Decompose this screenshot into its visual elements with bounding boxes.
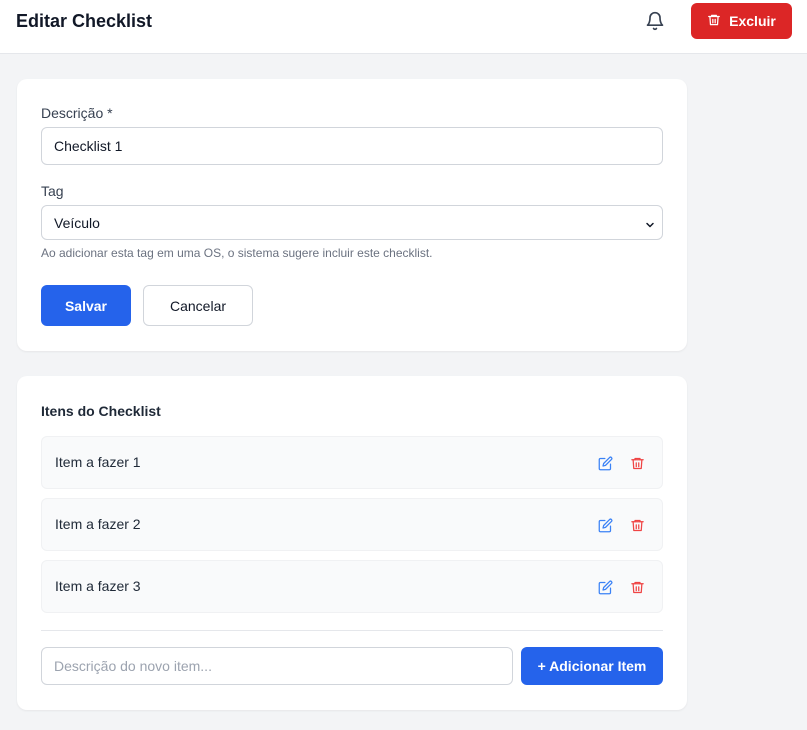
cancel-button[interactable]: Cancelar xyxy=(143,285,253,326)
trash-icon[interactable] xyxy=(628,516,646,534)
bell-icon[interactable] xyxy=(643,9,667,33)
item-label: Item a fazer 3 xyxy=(55,578,141,594)
edit-icon[interactable] xyxy=(596,516,614,534)
tag-hint: Ao adicionar esta tag em uma OS, o siste… xyxy=(41,246,433,260)
trash-icon[interactable] xyxy=(628,454,646,472)
list-item: Item a fazer 2 xyxy=(41,498,663,551)
divider xyxy=(41,630,663,631)
section-title: Itens do Checklist xyxy=(41,403,161,419)
tag-label: Tag xyxy=(41,183,64,199)
delete-button-label: Excluir xyxy=(729,13,776,29)
description-value: Checklist 1 xyxy=(54,138,123,154)
edit-icon[interactable] xyxy=(596,578,614,596)
checklist-form-card: Descrição * Checklist 1 Tag Veículo Ao a… xyxy=(17,79,687,351)
list-item: Item a fazer 1 xyxy=(41,436,663,489)
new-item-input[interactable] xyxy=(41,647,513,685)
chevron-down-icon xyxy=(644,218,656,234)
trash-icon xyxy=(707,13,721,30)
description-field[interactable]: Checklist 1 xyxy=(41,127,663,165)
top-bar: Editar Checklist Excluir xyxy=(0,0,807,54)
checklist-items-card: Itens do Checklist Item a fazer 1 Item a… xyxy=(17,376,687,710)
list-item: Item a fazer 3 xyxy=(41,560,663,613)
add-item-button[interactable]: + Adicionar Item xyxy=(521,647,663,685)
trash-icon[interactable] xyxy=(628,578,646,596)
tag-selected-value: Veículo xyxy=(54,214,100,231)
save-button[interactable]: Salvar xyxy=(41,285,131,326)
delete-button[interactable]: Excluir xyxy=(691,3,792,39)
item-label: Item a fazer 2 xyxy=(55,516,141,532)
item-label: Item a fazer 1 xyxy=(55,454,141,470)
description-label: Descrição * xyxy=(41,105,113,121)
page-title: Editar Checklist xyxy=(16,11,153,31)
edit-icon[interactable] xyxy=(596,454,614,472)
tag-select[interactable]: Veículo xyxy=(41,205,663,240)
